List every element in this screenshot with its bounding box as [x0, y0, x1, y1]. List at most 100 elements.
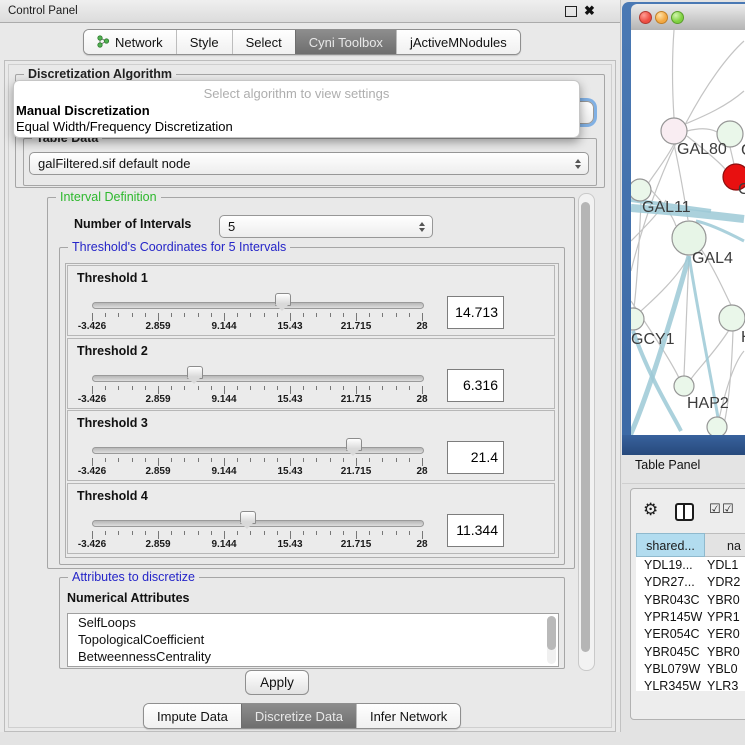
threshold-slider-thumb[interactable]	[187, 366, 203, 379]
threshold-label: Threshold 3	[77, 416, 148, 430]
network-edge[interactable]	[687, 129, 717, 132]
tick-label: 15.43	[277, 539, 302, 550]
table-row[interactable]: YBR043CYBR0	[636, 592, 745, 609]
algorithm-option-manual[interactable]: Manual Discretization	[16, 103, 150, 118]
network-node-gal11[interactable]	[631, 179, 651, 201]
tick-label: 28	[416, 466, 427, 477]
tab-label: Style	[190, 35, 219, 50]
tab-network[interactable]: Network	[84, 30, 176, 54]
tick-label: 28	[416, 394, 427, 405]
table-row[interactable]: YLR345WYLR3	[636, 678, 745, 691]
algorithm-option-equal-width[interactable]: Equal Width/Frequency Discretization	[16, 119, 233, 134]
cell-shared-name: YDR27...	[644, 574, 695, 591]
threshold-slider-track[interactable]	[92, 302, 424, 309]
network-node-h[interactable]	[719, 305, 745, 331]
tick-label: 28	[416, 539, 427, 550]
tick-label: -3.426	[78, 466, 106, 477]
tick-label: 21.715	[341, 394, 372, 405]
cell-name: YDR2	[707, 574, 740, 591]
close-icon[interactable]: ✖	[584, 3, 595, 19]
attributes-scrollbar[interactable]	[547, 616, 556, 664]
group-label-discretization-algorithm: Discretization Algorithm	[24, 67, 176, 81]
node-label-g: G	[741, 142, 745, 159]
gear-icon[interactable]: ⚙	[643, 500, 658, 520]
threshold-value-field[interactable]: 14.713	[447, 296, 504, 329]
threshold-slider-thumb[interactable]	[346, 438, 362, 451]
zoom-traffic-light[interactable]	[671, 11, 684, 24]
apply-button[interactable]: Apply	[245, 670, 309, 695]
cell-shared-name: YBR045C	[644, 644, 700, 661]
table-row[interactable]: YBR045CYBR0	[636, 644, 745, 661]
tab-infer-network[interactable]: Infer Network	[356, 704, 460, 728]
network-edge[interactable]	[681, 91, 744, 126]
cell-shared-name: YBR043C	[644, 592, 700, 609]
table-row[interactable]: YPR145WYPR1	[636, 609, 745, 626]
column-header-shared-name[interactable]: shared...	[636, 533, 705, 557]
network-node-gcy1[interactable]	[631, 308, 644, 330]
threshold-panel-1: Threshold 1-3.4262.8599.14415.4321.71528…	[67, 265, 555, 336]
cell-name: YBL0	[707, 661, 738, 678]
screenshot-stage: Control Panel ✖ NetworkStyleSelectCyni T…	[0, 0, 745, 745]
threshold-value-field[interactable]: 21.4	[447, 441, 504, 474]
attribute-item[interactable]: TopologicalCoefficient	[68, 631, 558, 648]
tick-label: 2.859	[145, 539, 170, 550]
tick-label: 15.43	[277, 466, 302, 477]
threshold-value-field[interactable]: 11.344	[447, 514, 504, 547]
split-columns-icon[interactable]	[675, 503, 694, 521]
float-window-icon[interactable]	[565, 6, 577, 17]
network-view-window[interactable]: GAL80GCGAL11GAL4GCY1HHAP2	[622, 2, 745, 455]
node-label-gcy1: GCY1	[631, 331, 675, 348]
tick-label: 9.144	[211, 394, 236, 405]
checkbox-icon[interactable]: ☑	[722, 502, 734, 517]
network-window-titlebar[interactable]	[631, 4, 745, 31]
settings-scrollbar-thumb[interactable]	[581, 202, 590, 652]
threshold-label: Threshold 4	[77, 489, 148, 503]
cell-name: YDL1	[707, 557, 738, 574]
threshold-value-field[interactable]: 6.316	[447, 369, 504, 402]
network-canvas[interactable]: GAL80GCGAL11GAL4GCY1HHAP2	[631, 30, 745, 435]
tab-label: jActiveMNodules	[410, 35, 507, 50]
number-of-intervals-combobox[interactable]: 5	[219, 215, 433, 238]
numerical-attributes-list[interactable]: SelfLoopsTopologicalCoefficientBetweenne…	[67, 613, 559, 667]
bottom-tabbar: Impute DataDiscretize DataInfer Network	[143, 703, 461, 729]
attribute-item[interactable]: BetweennessCentrality	[68, 648, 558, 665]
network-edge[interactable]	[672, 30, 674, 118]
tab-style[interactable]: Style	[176, 30, 232, 54]
threshold-slider-thumb[interactable]	[275, 293, 291, 306]
threshold-slider-track[interactable]	[92, 447, 424, 454]
tab-label: Select	[246, 35, 282, 50]
table-row[interactable]: YER054CYER0	[636, 626, 745, 643]
tick-label: 9.144	[211, 539, 236, 550]
cell-name: YPR1	[707, 609, 740, 626]
table-panel-title: Table Panel	[635, 458, 700, 472]
threshold-slider-thumb[interactable]	[240, 511, 256, 524]
tick-label: 9.144	[211, 321, 236, 332]
table-row[interactable]: YDL19...YDL1	[636, 557, 745, 574]
settings-scrollbar[interactable]	[578, 193, 595, 671]
table-data-combobox[interactable]: galFiltered.sif default node	[29, 152, 589, 175]
threshold-slider-track[interactable]	[92, 375, 424, 382]
close-traffic-light[interactable]	[639, 11, 652, 24]
threshold-label: Threshold 1	[77, 271, 148, 285]
network-edge[interactable]	[730, 147, 734, 164]
number-of-intervals-value: 5	[228, 219, 235, 234]
network-node-hap2[interactable]	[674, 376, 694, 396]
tab-impute-data[interactable]: Impute Data	[144, 704, 241, 728]
table-row[interactable]: YBL079WYBL0	[636, 661, 745, 678]
tab-cyni-toolbox[interactable]: Cyni Toolbox	[295, 30, 396, 54]
node-attribute-table[interactable]: shared... na YDL19...YDL1YDR27...YDR2YBR…	[636, 533, 745, 691]
node-label-c: C	[738, 181, 745, 198]
tab-jactivemnodules[interactable]: jActiveMNodules	[396, 30, 520, 54]
minimize-traffic-light[interactable]	[655, 11, 668, 24]
threshold-slider-track[interactable]	[92, 520, 424, 527]
node-label-gal4: GAL4	[692, 250, 733, 267]
checkbox-icon[interactable]: ☑	[709, 502, 721, 517]
attribute-item[interactable]: SelfLoops	[68, 614, 558, 631]
tab-select[interactable]: Select	[232, 30, 295, 54]
column-header-name[interactable]: na	[705, 533, 745, 557]
attributes-scrollbar-thumb[interactable]	[547, 616, 556, 650]
table-row[interactable]: YDR27... YDR2	[636, 574, 745, 591]
network-node[interactable]	[707, 417, 727, 435]
tab-discretize-data[interactable]: Discretize Data	[241, 704, 356, 728]
algorithm-placeholder-option[interactable]: Select algorithm to view settings	[14, 86, 579, 101]
